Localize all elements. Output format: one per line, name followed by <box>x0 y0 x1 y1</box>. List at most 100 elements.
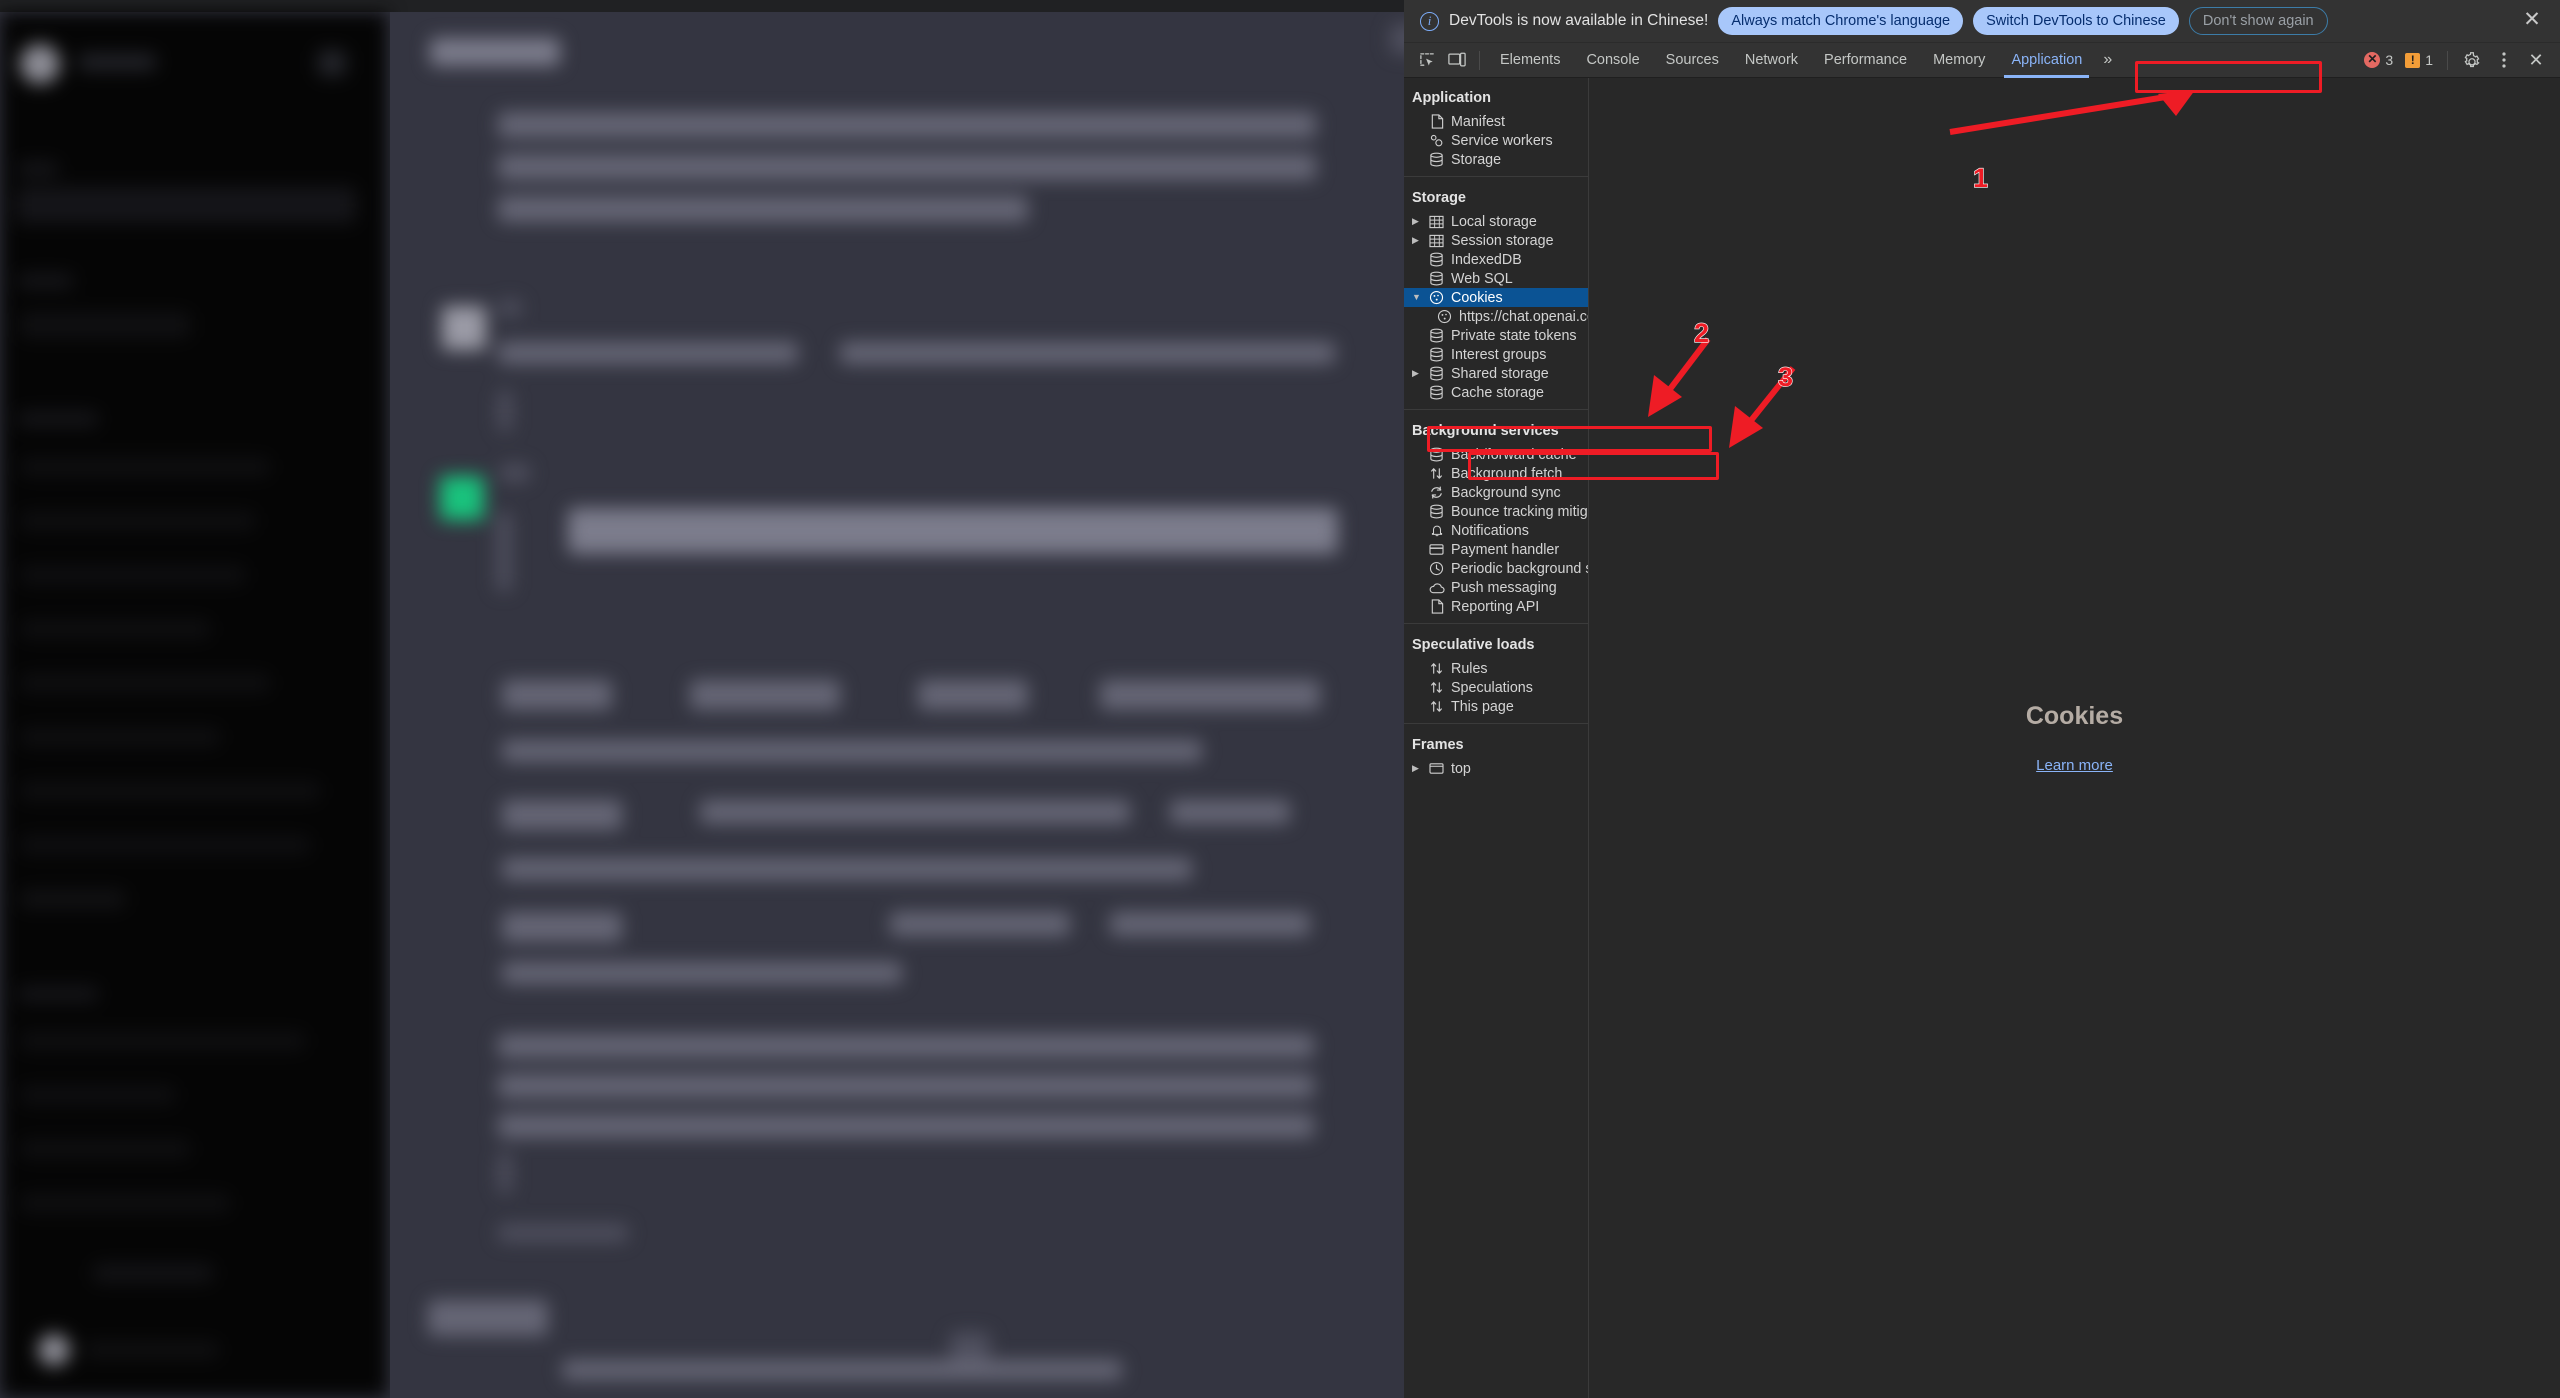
sidebar-item-service-workers[interactable]: ▶ Service workers <box>1404 131 1588 150</box>
sidebar-item-label: IndexedDB <box>1451 251 1522 268</box>
sidebar-item-rules[interactable]: ▶ Rules <box>1404 659 1588 678</box>
sidebar-item-notifications[interactable]: ▶ Notifications <box>1404 521 1588 540</box>
sidebar-group-storage: Storage ▶ Local storage ▶ Session storag… <box>1404 184 1588 410</box>
sidebar-item-label: Service workers <box>1451 132 1553 149</box>
sidebar-item-background-fetch[interactable]: ▶ Background fetch <box>1404 464 1588 483</box>
database-icon <box>1428 346 1445 363</box>
frame-icon <box>1428 760 1445 777</box>
group-title-background-services: Background services <box>1412 423 1559 439</box>
sidebar-item-manifest[interactable]: ▶ Manifest <box>1404 112 1588 131</box>
sidebar-item-push-messaging[interactable]: ▶ Push messaging <box>1404 578 1588 597</box>
bell-icon <box>1428 522 1445 539</box>
sidebar-item-label: Periodic background sync <box>1451 560 1588 577</box>
sidebar-item-label: Reporting API <box>1451 598 1540 615</box>
sidebar-group-application: Application ▶ Manifest ▶ <box>1404 84 1588 177</box>
clock-icon <box>1428 560 1445 577</box>
sidebar-item-indexeddb[interactable]: ▶ IndexedDB <box>1404 250 1588 269</box>
sidebar-item-back-forward-cache[interactable]: ▶ Back/forward cache <box>1404 445 1588 464</box>
chevron-right-icon[interactable]: ▶ <box>1412 231 1422 250</box>
chevron-right-icon[interactable]: ▶ <box>1412 212 1422 231</box>
page-left-sidebar[interactable] <box>0 12 388 1398</box>
sidebar-item-label: Cache storage <box>1451 384 1544 401</box>
cookie-icon <box>1436 308 1453 325</box>
sidebar-item-label: https://chat.openai.com <box>1459 308 1588 325</box>
tab-network[interactable]: Network <box>1732 43 1811 78</box>
language-banner: i DevTools is now available in Chinese! … <box>1404 0 2560 43</box>
group-title-storage: Storage <box>1412 190 1466 206</box>
sidebar-item-cookies[interactable]: ▼ Cookies <box>1404 288 1588 307</box>
sidebar-group-speculative-loads: Speculative loads ▶ Rules ▶ Specula <box>1404 631 1588 724</box>
group-title-speculative-loads: Speculative loads <box>1412 637 1535 653</box>
sidebar-item-this-page[interactable]: ▶ This page <box>1404 697 1588 716</box>
sidebar-item-speculations[interactable]: ▶ Speculations <box>1404 678 1588 697</box>
web-page-behind-devtools <box>0 0 1404 1398</box>
sidebar-item-periodic-background-sync[interactable]: ▶ Periodic background sync <box>1404 559 1588 578</box>
sidebar-item-label: Push messaging <box>1451 579 1557 596</box>
dont-show-again-button[interactable]: Don't show again <box>2188 7 2328 35</box>
database-icon <box>1428 251 1445 268</box>
table-icon <box>1428 232 1445 249</box>
sidebar-item-label: Notifications <box>1451 522 1529 539</box>
device-toolbar-icon[interactable] <box>1442 47 1472 73</box>
sidebar-item-cache-storage[interactable]: ▶ Cache storage <box>1404 383 1588 402</box>
page-conversation-area[interactable] <box>390 12 1404 1398</box>
sidebar-item-cookie-origin[interactable]: https://chat.openai.com <box>1404 307 1588 326</box>
warning-icon: ! <box>2405 52 2421 68</box>
tab-application[interactable]: Application <box>1998 43 2095 78</box>
database-icon <box>1428 384 1445 401</box>
sidebar-item-label: Storage <box>1451 151 1502 168</box>
arrows-updown-icon <box>1428 660 1445 677</box>
close-devtools-icon[interactable]: ✕ <box>2522 46 2550 74</box>
error-count-badge[interactable]: ✕ 3 <box>2360 52 2397 68</box>
cookie-icon <box>1428 289 1445 306</box>
browser-chrome-strip <box>0 0 1404 12</box>
inspect-element-icon[interactable] <box>1412 47 1442 73</box>
database-icon <box>1428 327 1445 344</box>
sidebar-item-label: Rules <box>1451 660 1488 677</box>
always-match-language-button[interactable]: Always match Chrome's language <box>1718 7 1964 35</box>
learn-more-link[interactable]: Learn more <box>2036 757 2113 774</box>
tab-elements[interactable]: Elements <box>1487 43 1573 78</box>
sidebar-item-background-sync[interactable]: ▶ Background sync <box>1404 483 1588 502</box>
sidebar-item-label: top <box>1451 760 1471 777</box>
warning-count-badge[interactable]: ! 1 <box>2401 52 2437 68</box>
sidebar-item-label: This page <box>1451 698 1514 715</box>
cloud-icon <box>1428 579 1445 596</box>
sidebar-item-label: Manifest <box>1451 113 1506 130</box>
chevron-right-icon[interactable]: ▶ <box>1412 364 1422 383</box>
sidebar-item-shared-storage[interactable]: ▶ Shared storage <box>1404 364 1588 383</box>
sidebar-item-top-frame[interactable]: ▶ top <box>1404 759 1588 778</box>
table-icon <box>1428 213 1445 230</box>
database-icon <box>1428 151 1445 168</box>
chevron-right-icon[interactable]: ▶ <box>1412 759 1422 778</box>
more-tabs-icon[interactable]: » <box>2095 51 2120 69</box>
arrows-updown-icon <box>1428 679 1445 696</box>
database-icon <box>1428 446 1445 463</box>
application-sidebar-tree[interactable]: Application ▶ Manifest ▶ <box>1404 78 1589 1398</box>
tab-memory[interactable]: Memory <box>1920 43 1998 78</box>
sidebar-group-background-services: Background services ▶ Back/forward cache… <box>1404 417 1588 624</box>
sidebar-item-session-storage[interactable]: ▶ Session storage <box>1404 231 1588 250</box>
chevron-down-icon[interactable]: ▼ <box>1412 288 1422 307</box>
banner-close-icon[interactable]: ✕ <box>2518 7 2546 35</box>
more-options-icon[interactable] <box>2490 46 2518 74</box>
tab-performance[interactable]: Performance <box>1811 43 1920 78</box>
tab-sources[interactable]: Sources <box>1653 43 1732 78</box>
sidebar-item-reporting-api[interactable]: ▶ Reporting API <box>1404 597 1588 616</box>
switch-devtools-language-button[interactable]: Switch DevTools to Chinese <box>1973 7 2179 35</box>
sidebar-item-web-sql[interactable]: ▶ Web SQL <box>1404 269 1588 288</box>
sidebar-item-payment-handler[interactable]: ▶ Payment handler <box>1404 540 1588 559</box>
sidebar-item-label: Back/forward cache <box>1451 446 1577 463</box>
gear-icon[interactable] <box>2458 46 2486 74</box>
sidebar-item-label: Payment handler <box>1451 541 1560 558</box>
group-title-application: Application <box>1412 90 1491 106</box>
database-icon <box>1428 270 1445 287</box>
gears-icon <box>1428 132 1445 149</box>
sidebar-item-bounce-tracking-mitigations[interactable]: ▶ Bounce tracking mitigations <box>1404 502 1588 521</box>
tab-console[interactable]: Console <box>1573 43 1652 78</box>
sidebar-item-interest-groups[interactable]: ▶ Interest groups <box>1404 345 1588 364</box>
sidebar-item-local-storage[interactable]: ▶ Local storage <box>1404 212 1588 231</box>
sidebar-item-private-state-tokens[interactable]: ▶ Private state tokens <box>1404 326 1588 345</box>
sidebar-item-label: Bounce tracking mitigations <box>1451 503 1588 520</box>
sidebar-item-storage[interactable]: ▶ Storage <box>1404 150 1588 169</box>
